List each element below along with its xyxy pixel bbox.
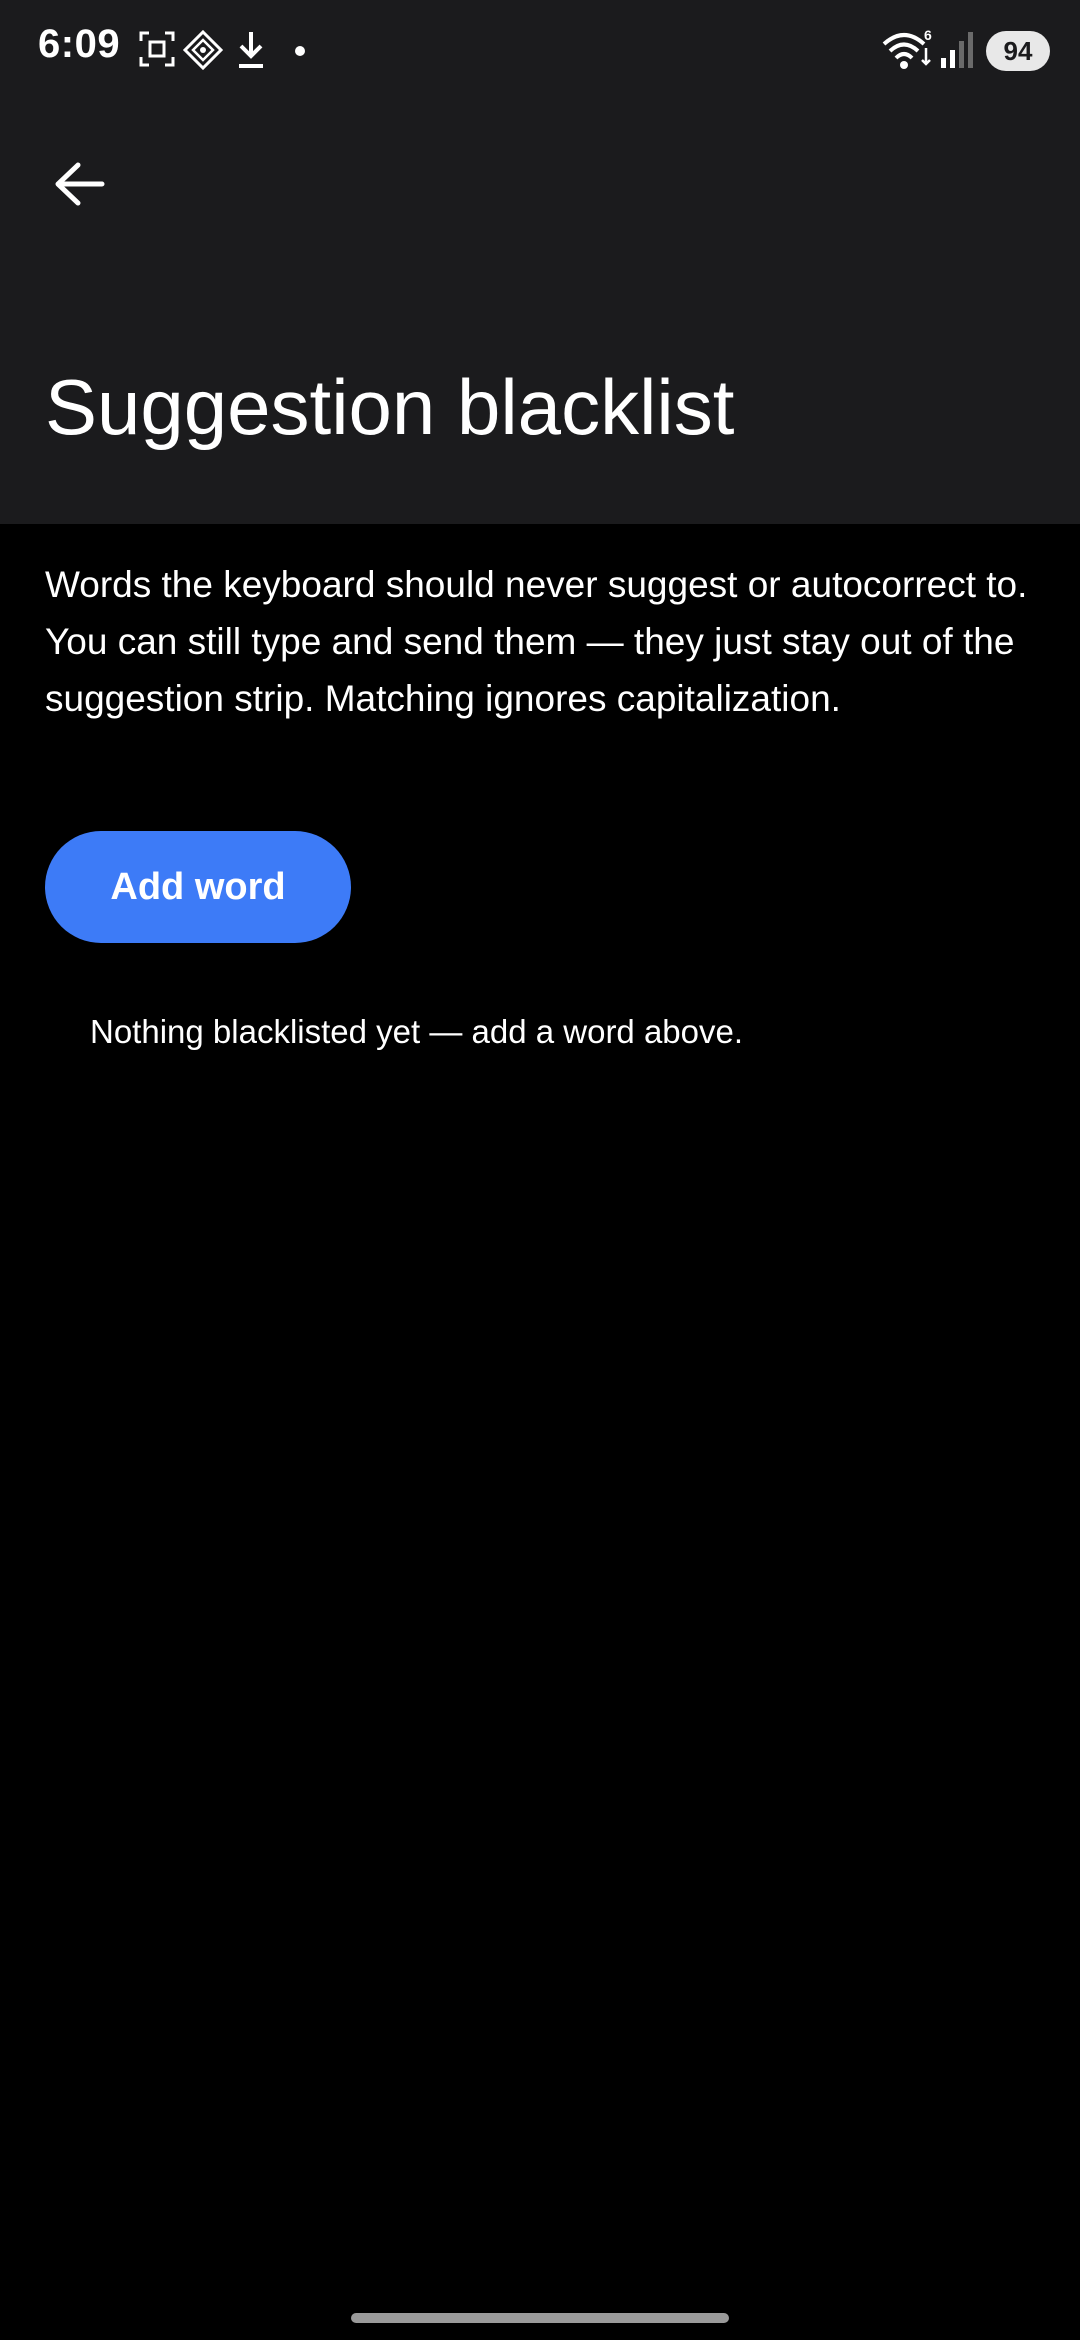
dot-icon (294, 44, 306, 62)
svg-text:6: 6 (924, 28, 932, 43)
download-icon (236, 30, 266, 75)
page-title: Suggestion blacklist (45, 363, 735, 451)
description-text: Words the keyboard should never suggest … (45, 564, 1028, 719)
back-button[interactable] (40, 144, 120, 224)
battery-indicator: 94 (986, 31, 1050, 71)
signal-icon (940, 30, 976, 75)
app-icon (182, 29, 224, 75)
status-bar: 6:09 6 94 (0, 0, 1080, 100)
status-time: 6:09 (38, 22, 121, 66)
back-arrow-icon (55, 162, 105, 206)
screenshot-icon (138, 30, 176, 73)
wifi-icon: 6 (882, 27, 934, 75)
home-indicator[interactable] (351, 2313, 729, 2323)
app-bar: 6:09 6 94 Suggestion blacklist (0, 0, 1080, 524)
empty-state-text: Nothing blacklisted yet — add a word abo… (90, 1013, 744, 1050)
add-word-button[interactable]: Add word (45, 831, 351, 943)
